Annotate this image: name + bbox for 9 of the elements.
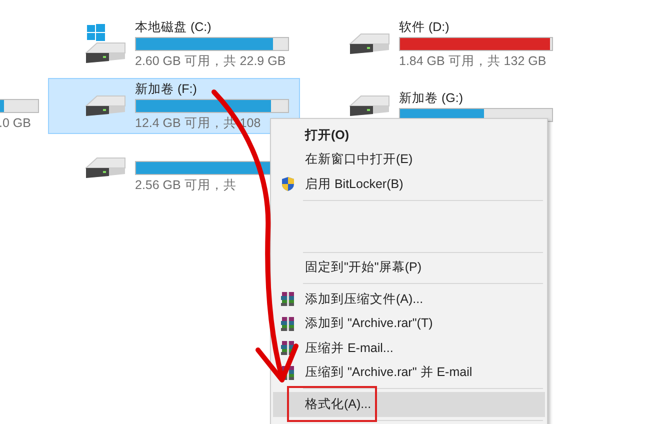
drive-space-text: 1.84 GB 可用，共 132 GB	[399, 53, 546, 69]
drive-name: 软件 (D:)	[399, 19, 450, 35]
drive-name: 新加卷 (F:)	[135, 81, 197, 97]
drive-space-text: .0 GB	[0, 115, 31, 131]
drive-name: 本地磁盘 (C:)	[135, 19, 212, 35]
drive-name: 新加卷 (G:)	[399, 90, 463, 106]
drive-space-text: 2.60 GB 可用，共 22.9 GB	[135, 53, 286, 69]
drive-space-text: 12.4 GB 可用，共 108	[135, 115, 261, 131]
drive-space-text: 2.56 GB 可用，共	[135, 177, 236, 193]
